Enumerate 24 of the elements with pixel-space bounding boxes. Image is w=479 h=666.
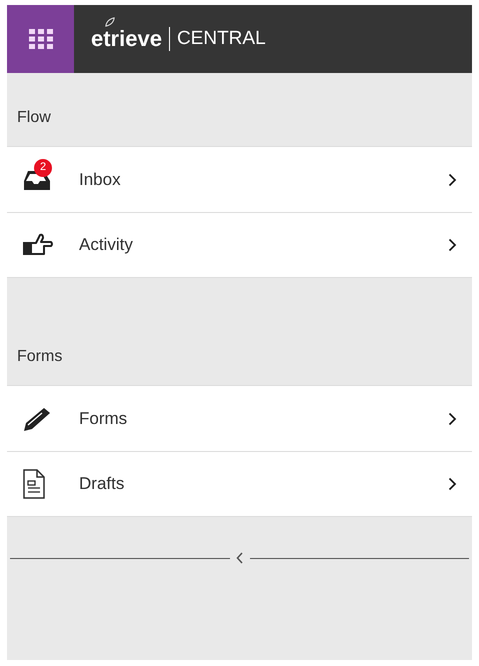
section-heading: Forms: [16, 347, 62, 367]
nav-item[interactable]: 2 Inbox: [7, 146, 472, 212]
app-launcher-button[interactable]: [7, 5, 74, 73]
brand-logo-text: etrieve: [91, 27, 162, 51]
leaf-icon: [105, 17, 115, 27]
document-icon: [22, 469, 46, 499]
nav-item[interactable]: Drafts: [7, 451, 472, 517]
nav-item-label: Activity: [79, 234, 134, 256]
nav-item[interactable]: Activity: [7, 212, 472, 278]
chevron-left-icon: [236, 552, 244, 564]
section-heading: Flow: [16, 108, 51, 128]
chevron-right-icon: [448, 412, 457, 426]
pencil-icon: [22, 406, 52, 432]
grid-icon: [28, 29, 52, 49]
count-badge: 2: [34, 158, 52, 176]
pointing-hand-icon: [22, 233, 54, 257]
chevron-right-icon: [448, 477, 457, 491]
chevron-right-icon: [448, 238, 457, 252]
nav-item-label: Forms: [79, 408, 128, 430]
nav-item[interactable]: Forms: [7, 385, 472, 451]
product-name: CENTRAL: [176, 26, 266, 51]
chevron-right-icon: [448, 172, 457, 186]
nav-item-label: Drafts: [79, 473, 126, 496]
nav-item-label: Inbox: [79, 168, 122, 191]
